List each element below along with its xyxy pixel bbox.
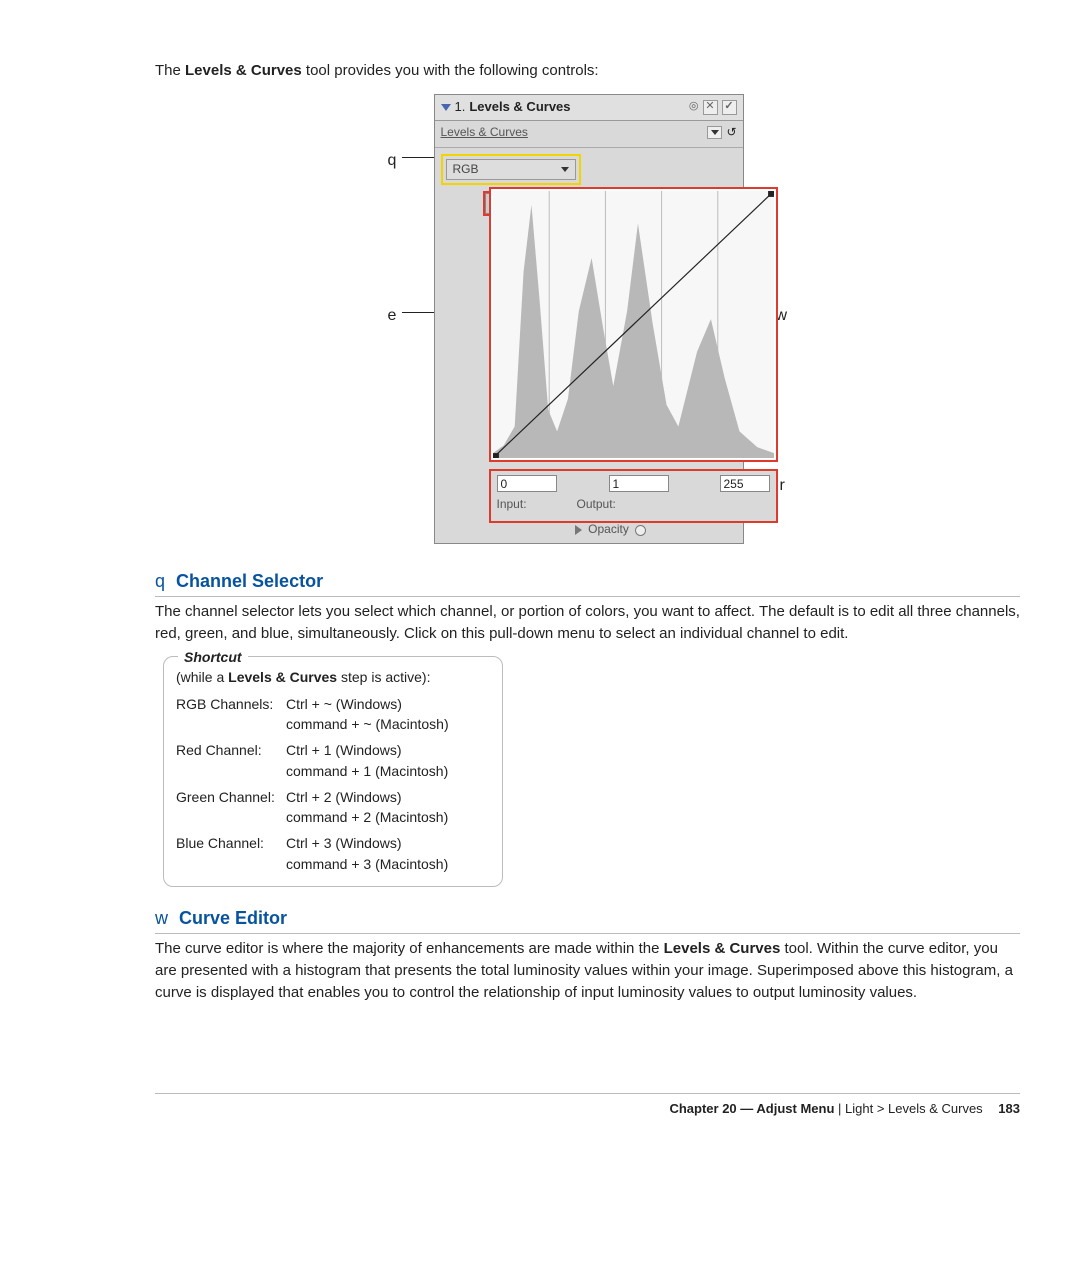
footer-page-number: 183 — [998, 1101, 1020, 1116]
channel-caret-icon — [561, 167, 569, 172]
panel-subheader: Levels & Curves ↺ — [435, 121, 743, 148]
intro-paragraph: The Levels & Curves tool provides you wi… — [155, 60, 1020, 82]
section-w-title: Curve Editor — [179, 908, 287, 928]
callout-q: q — [388, 149, 397, 172]
shortcut-intro: (while a Levels & Curves step is active)… — [176, 667, 490, 687]
shortcut-row-sub: command + 1 (Macintosh) — [286, 761, 490, 781]
collapse-icon[interactable] — [441, 104, 451, 111]
panel-preset-label[interactable]: Levels & Curves — [441, 124, 528, 141]
section-q-body: The channel selector lets you select whi… — [155, 601, 1020, 645]
panel-reset-icon[interactable]: ↺ — [726, 124, 736, 141]
callout-r: r — [780, 474, 785, 497]
levels-curves-panel: 1. Levels & Curves ◎ ✕ ✓ Levels & Curves… — [434, 94, 744, 544]
panel-title-number: 1. — [455, 98, 466, 117]
intro-prefix: The — [155, 62, 185, 79]
opacity-label: Opacity — [588, 521, 629, 538]
channel-value: RGB — [453, 161, 479, 178]
panel-apply-icon[interactable]: ✓ — [722, 100, 737, 115]
panel-close-icon[interactable]: ✕ — [703, 100, 718, 115]
panel-title-text: Levels & Curves — [469, 98, 570, 117]
input-label: Input: — [497, 496, 527, 513]
channel-selector[interactable]: RGB — [446, 159, 576, 180]
page-footer: Chapter 20 — Adjust Menu | Light > Level… — [155, 1093, 1020, 1119]
panel-preset-caret-icon[interactable] — [707, 126, 722, 139]
shortcut-legend: Shortcut — [178, 647, 248, 667]
histogram — [493, 191, 774, 458]
footer-path: Light > Levels & Curves — [845, 1101, 983, 1116]
curve-editor[interactable] — [489, 187, 778, 462]
mid-point-input[interactable]: 1 — [609, 475, 669, 492]
opacity-expand-icon[interactable] — [575, 525, 582, 535]
shortcut-row-sub: command + 3 (Macintosh) — [286, 854, 490, 874]
shortcut-row: Blue Channel: Ctrl + 3 (Windows) — [176, 833, 490, 853]
black-point-input[interactable]: 0 — [497, 475, 557, 492]
footer-chapter: Chapter 20 — Adjust Menu — [669, 1101, 834, 1116]
shortcut-row: RGB Channels: Ctrl + ~ (Windows) — [176, 694, 490, 714]
panel-dot-icon[interactable]: ◎ — [689, 99, 699, 115]
opacity-toggle[interactable] — [635, 525, 646, 536]
intro-suffix: tool provides you with the following con… — [302, 62, 599, 79]
figure-wrap: q e w r 1. Levels & Curves ◎ ✕ ✓ Levels … — [388, 94, 788, 544]
section-q-lead: q — [155, 571, 165, 591]
shortcut-row-sub: command + ~ (Macintosh) — [286, 714, 490, 734]
output-label: Output: — [577, 496, 616, 513]
section-w-lead: w — [155, 908, 168, 928]
shortcut-row-sub: command + 2 (Macintosh) — [286, 807, 490, 827]
io-inputs-highlight: 0 1 255 Input: Output: — [489, 469, 778, 523]
shortcut-row: Red Channel: Ctrl + 1 (Windows) — [176, 740, 490, 760]
section-w-heading: w Curve Editor — [155, 905, 1020, 934]
white-point-input[interactable]: 255 — [720, 475, 770, 492]
channel-selector-highlight: RGB — [441, 154, 581, 185]
shortcut-box: Shortcut (while a Levels & Curves step i… — [163, 656, 503, 887]
shortcut-row: Green Channel: Ctrl + 2 (Windows) — [176, 787, 490, 807]
section-w-body: The curve editor is where the majority o… — [155, 938, 1020, 1003]
callout-e: e — [388, 304, 397, 327]
panel-titlebar: 1. Levels & Curves ◎ ✕ ✓ — [435, 95, 743, 121]
section-q-heading: q Channel Selector — [155, 568, 1020, 597]
intro-toolname: Levels & Curves — [185, 62, 302, 79]
section-q-title: Channel Selector — [176, 571, 323, 591]
opacity-row: Opacity — [485, 521, 737, 538]
